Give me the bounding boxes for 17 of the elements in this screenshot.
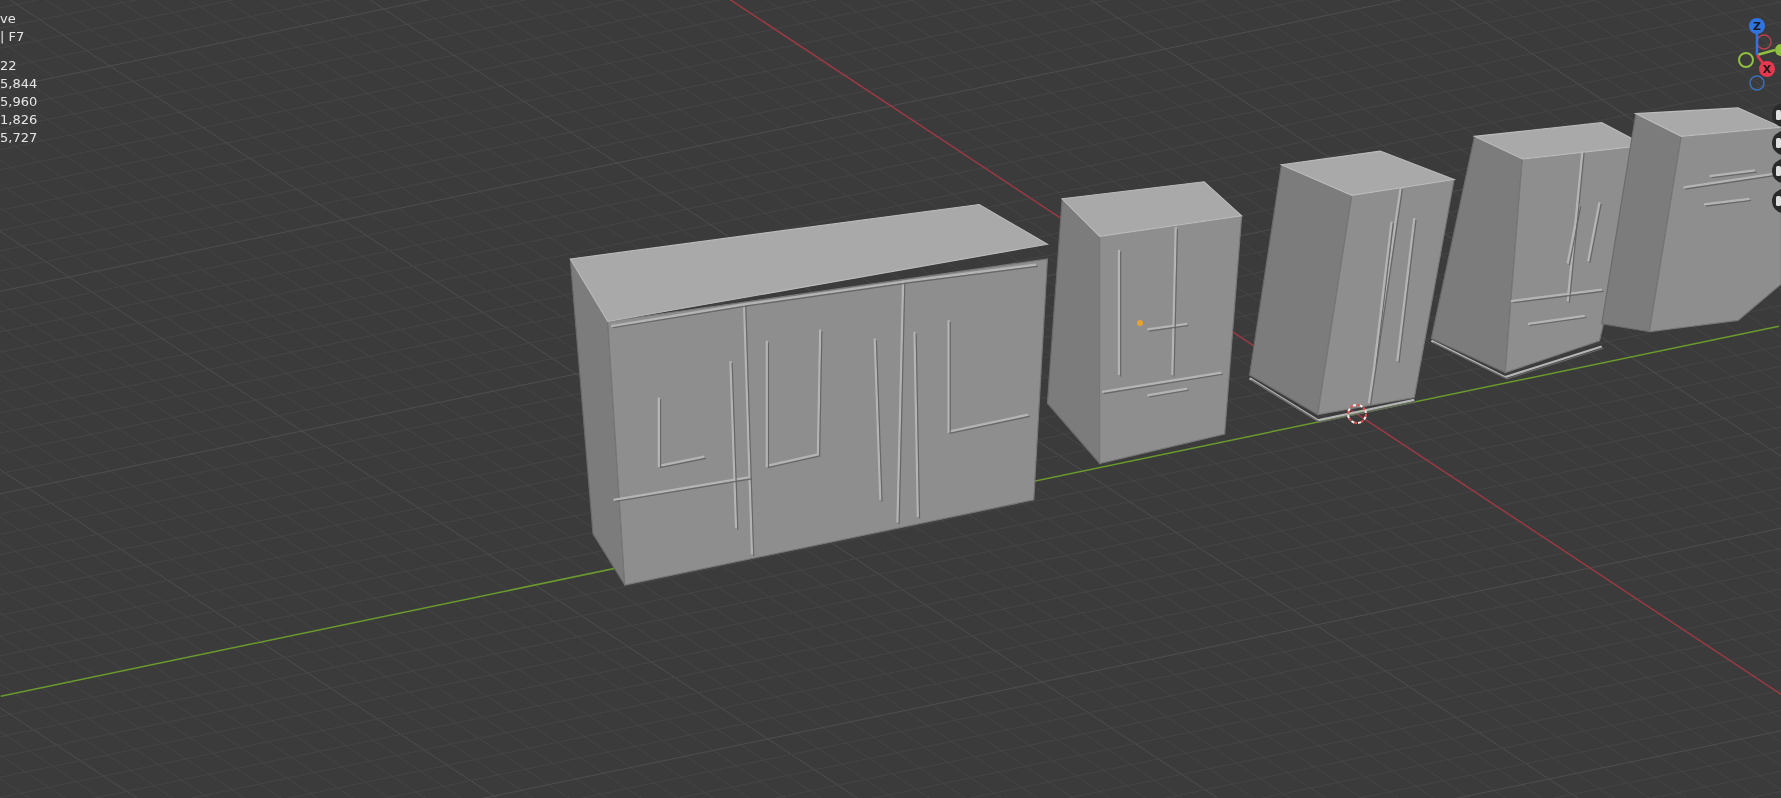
stats-text: 5,960 bbox=[0, 93, 38, 111]
stats-text: 1,826 bbox=[0, 111, 38, 129]
stats-text: 22 bbox=[0, 57, 18, 75]
axis-label: Z bbox=[1753, 20, 1761, 33]
axis-label: X bbox=[1762, 63, 1772, 76]
stats-text: 5,844 bbox=[0, 75, 38, 93]
y-axis-icon[interactable] bbox=[1756, 44, 1781, 57]
axis-handle-icon[interactable] bbox=[1756, 34, 1772, 50]
stats-text: 5,727 bbox=[0, 129, 38, 147]
stats-text: | F7 bbox=[0, 28, 26, 46]
stats-text: ve bbox=[0, 10, 17, 28]
3d-cursor-icon bbox=[1347, 404, 1367, 424]
axis-handle[interactable] bbox=[1756, 54, 1775, 77]
axis-handle-icon[interactable] bbox=[1749, 75, 1765, 91]
axis-handle-icon[interactable] bbox=[1738, 52, 1754, 68]
axis-handle[interactable] bbox=[1749, 18, 1765, 55]
origin-dot bbox=[1137, 320, 1143, 326]
